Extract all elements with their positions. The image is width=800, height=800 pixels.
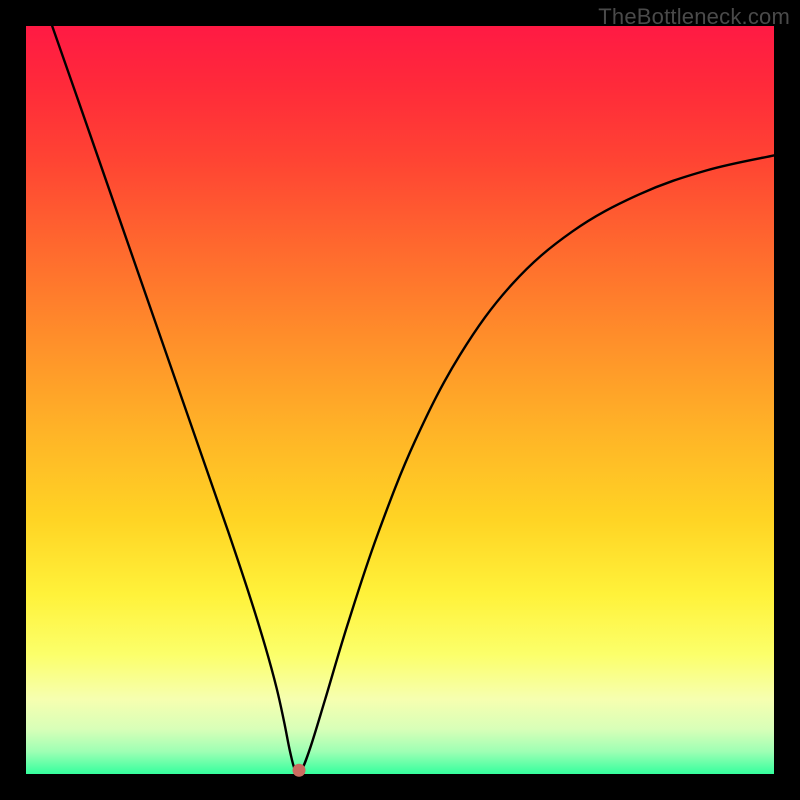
- bottleneck-curve: [52, 26, 774, 773]
- chart-frame: TheBottleneck.com: [0, 0, 800, 800]
- min-marker: [293, 764, 306, 777]
- plot-area: [26, 26, 774, 774]
- watermark-text: TheBottleneck.com: [598, 4, 790, 30]
- curve-layer: [26, 26, 774, 774]
